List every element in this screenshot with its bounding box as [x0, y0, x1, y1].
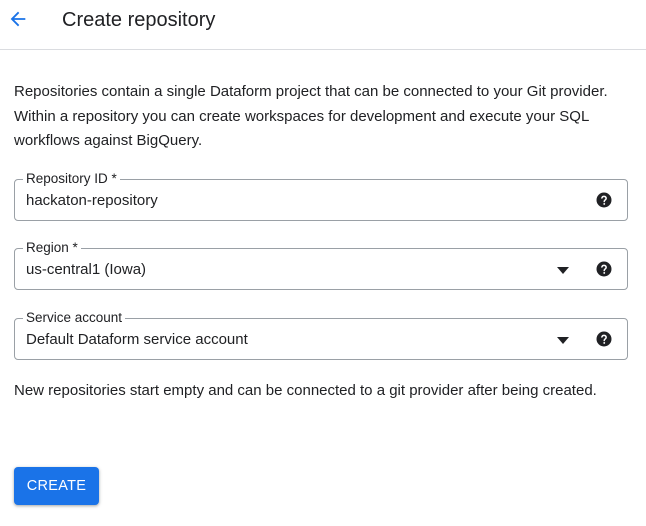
- dropdown-arrow-icon[interactable]: [557, 337, 569, 344]
- page-header: Create repository: [0, 0, 646, 50]
- back-button[interactable]: [6, 7, 30, 31]
- region-label: Region *: [23, 239, 81, 257]
- dropdown-arrow-icon[interactable]: [557, 267, 569, 274]
- service-account-value: Default Dataform service account: [26, 331, 248, 348]
- region-value: us-central1 (Iowa): [26, 261, 147, 278]
- help-icon[interactable]: [595, 330, 613, 348]
- help-icon[interactable]: [595, 191, 613, 209]
- page-title: Create repository: [62, 9, 216, 31]
- empty-repository-note: New repositories start empty and can be …: [14, 382, 597, 399]
- service-account-select[interactable]: Service account Default Dataform service…: [14, 309, 628, 360]
- description-text: Repositories contain a single Dataform p…: [14, 83, 608, 149]
- repository-id-field[interactable]: Repository ID *: [14, 170, 628, 221]
- service-account-label: Service account: [23, 309, 126, 327]
- repository-id-input[interactable]: [26, 191, 566, 211]
- repository-id-label: Repository ID *: [23, 170, 120, 188]
- help-icon[interactable]: [595, 260, 613, 278]
- region-select[interactable]: Region * us-central1 (Iowa): [14, 239, 628, 290]
- create-button[interactable]: CREATE: [14, 467, 99, 505]
- arrow-back-icon: [10, 11, 26, 27]
